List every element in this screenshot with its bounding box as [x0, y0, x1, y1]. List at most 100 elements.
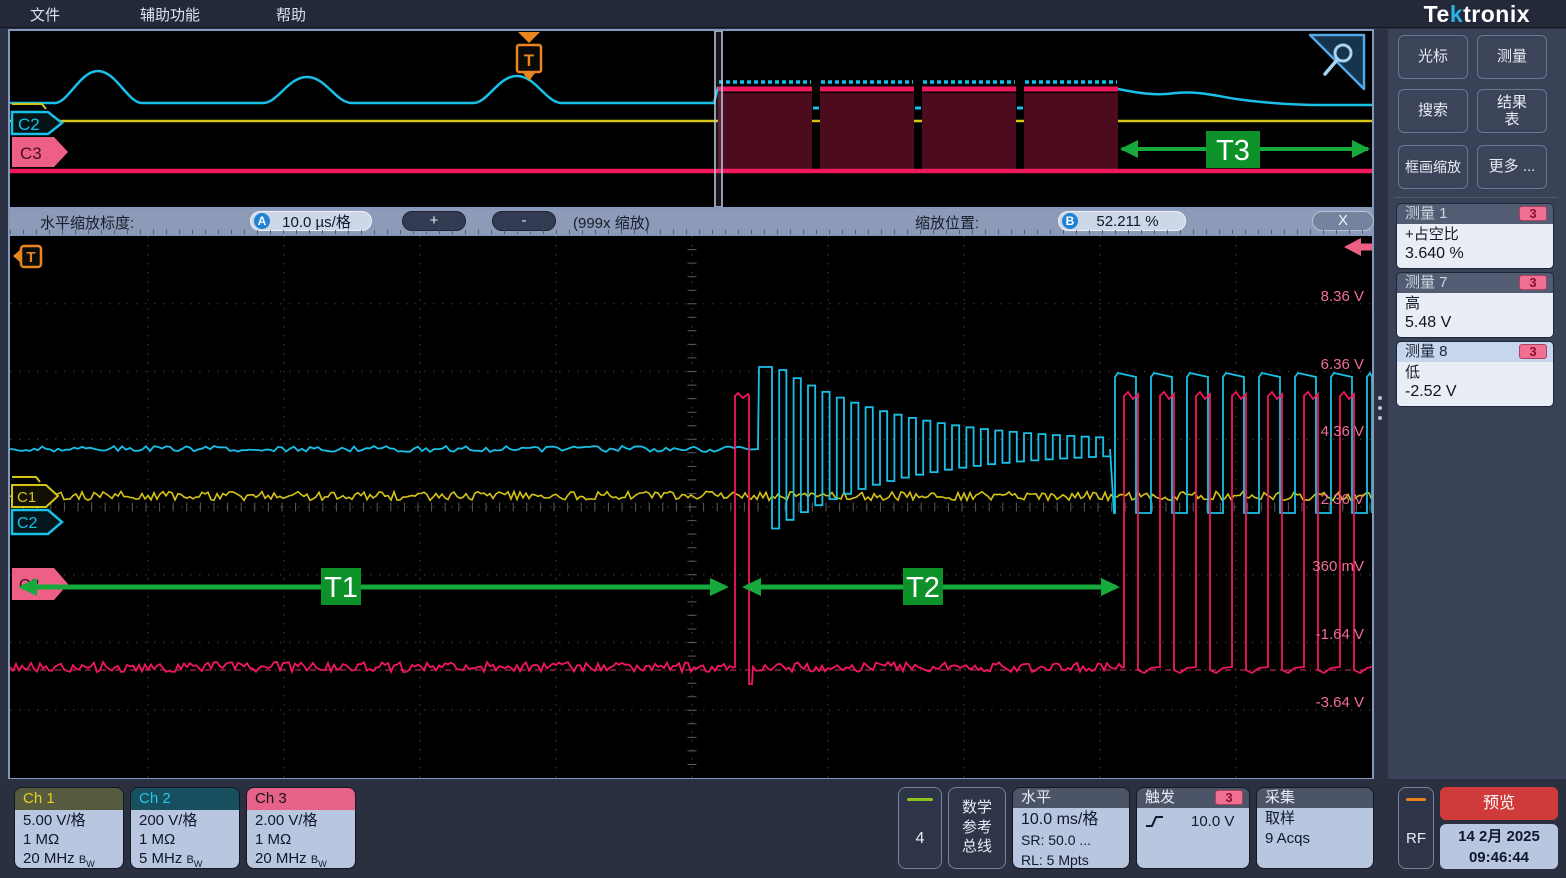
ch1-label-corner: [12, 477, 40, 482]
digital-channel-number: 4: [899, 830, 941, 848]
measurement-name: 低: [1405, 363, 1545, 382]
overview-ch3-label[interactable]: C3: [12, 137, 68, 167]
measurement-body: 高 5.48 V: [1397, 293, 1553, 337]
overview-ch2-label[interactable]: C2: [12, 112, 62, 134]
oscilloscope-screen: 文件 辅助功能 帮助 Tektronix T: [0, 0, 1566, 878]
ch1-badge[interactable]: Ch 1 5.00 V/格 1 MΩ 20 MHz BW: [14, 787, 124, 869]
datetime-badge: 14 2月 2025 09:46:44: [1440, 824, 1558, 869]
record-length: RL: 5 Mpts: [1021, 850, 1129, 869]
measurement-title-text: 测量 1: [1405, 205, 1448, 222]
overview-ch2-trace-decay: [1118, 89, 1372, 105]
trigger-t-label: T: [26, 249, 35, 266]
menu-file[interactable]: 文件: [30, 4, 60, 25]
bw-icon: B: [187, 854, 194, 866]
digital-channels-button[interactable]: 4: [898, 787, 942, 869]
measurement-badge-1[interactable]: 测量 1 3 +占空比 3.640 %: [1396, 203, 1554, 269]
overview-burst-blocks: [718, 82, 1118, 171]
ch2-label-text: C2: [17, 515, 38, 532]
more-button[interactable]: 更多 ...: [1477, 145, 1547, 189]
ch1-scale: 5.00 V/格: [23, 811, 123, 830]
sidebar-divider: [1394, 197, 1558, 198]
zoom-in-button[interactable]: +: [402, 211, 466, 231]
graticule-center-ticks: [24, 250, 1370, 765]
measurement-body: +占空比 3.640 %: [1397, 224, 1553, 268]
rf-button[interactable]: RF: [1398, 787, 1434, 869]
trigger-body: 10.0 V: [1137, 808, 1249, 869]
trigger-title: 触发 3: [1137, 788, 1249, 808]
overview-svg: T T3 C2 C3: [10, 31, 1372, 207]
measurement-badge-7[interactable]: 测量 7 3 高 5.48 V: [1396, 272, 1554, 338]
zoom-scale-label: 水平缩放标度:: [40, 212, 134, 233]
overview-trigger-marker[interactable]: T: [517, 32, 541, 81]
measurement-value: 3.640 %: [1405, 244, 1545, 264]
trigger-badge[interactable]: 触发 3 10.0 V: [1136, 787, 1250, 869]
horizontal-title: 水平: [1013, 788, 1129, 808]
horizontal-body: 10.0 ms/格 SR: 50.0 ... RL: 5 Mpts: [1013, 808, 1129, 869]
main-trigger-marker[interactable]: T: [13, 246, 41, 267]
t1-label: T1: [324, 572, 358, 604]
zoom-position-knob[interactable]: B 52.211 %: [1058, 211, 1186, 231]
horizontal-badge[interactable]: 水平 10.0 ms/格 SR: 50.0 ... RL: 5 Mpts: [1012, 787, 1130, 869]
axis-label: -3.64 V: [1284, 694, 1364, 712]
measurement-value: 5.48 V: [1405, 313, 1545, 333]
ch2-badge[interactable]: Ch 2 200 V/格 1 MΩ 5 MHz BW: [130, 787, 240, 869]
ch3-badge-body: 2.00 V/格 1 MΩ 20 MHz BW: [247, 810, 355, 869]
ch3-scale: 2.00 V/格: [255, 811, 355, 830]
t3-annotation: T3: [1120, 131, 1370, 168]
ch2-label-text: C2: [18, 115, 40, 134]
main-ch3-label[interactable]: C3: [12, 568, 68, 600]
ch3-impedance: 1 MΩ: [255, 830, 355, 849]
measurement-badge-8[interactable]: 测量 8 3 低 -2.52 V: [1396, 341, 1554, 407]
t1-annotation: T1: [18, 568, 729, 605]
main-waveform-display[interactable]: T C1 C2 C3: [8, 234, 1374, 780]
search-button[interactable]: 搜索: [1398, 89, 1468, 133]
panel-splitter-handle[interactable]: [1378, 396, 1384, 426]
knob-b-icon: B: [1062, 213, 1078, 229]
zoom-scale-knob[interactable]: A 10.0 µs/格: [250, 211, 372, 231]
zoom-window-indicator[interactable]: [715, 31, 722, 207]
zoom-control-bar: 水平缩放标度: A 10.0 µs/格 + - (999x 缩放) 缩放位置: …: [8, 209, 1374, 234]
logo-text: Te: [1424, 1, 1450, 27]
cursors-button[interactable]: 光标: [1398, 35, 1468, 79]
measurement-title: 测量 1 3: [1397, 204, 1553, 224]
magnifier-icon[interactable]: [1310, 35, 1364, 89]
sample-rate: SR: 50.0 ...: [1021, 830, 1129, 850]
menu-bar: 文件 辅助功能 帮助: [0, 0, 1566, 28]
horizontal-scale: 10.0 ms/格: [1021, 809, 1129, 830]
rf-label: RF: [1399, 830, 1433, 847]
rf-indicator: [1406, 798, 1426, 801]
main-svg: T C1 C2 C3: [10, 236, 1372, 778]
ch2-scale: 200 V/格: [139, 811, 239, 830]
axis-label: 4.36 V: [1284, 423, 1364, 441]
zoom-out-button[interactable]: -: [492, 211, 556, 231]
knob-a-icon: A: [254, 213, 270, 229]
measure-button[interactable]: 测量: [1477, 35, 1547, 79]
axis-label: 360 mV: [1284, 558, 1364, 576]
draw-zoom-button[interactable]: 框画缩放: [1398, 145, 1468, 189]
menu-help[interactable]: 帮助: [276, 4, 306, 25]
overview-ch2-trace: [10, 71, 718, 103]
zoom-scale-value: 10.0 µs/格: [270, 211, 371, 232]
ch3-trace: [10, 392, 1372, 684]
right-sidebar: 光标 测量 搜索 结果 表 框画缩放 更多 ... 测量 1 3 +占空比 3.…: [1388, 29, 1566, 779]
logo-text: tronix: [1463, 1, 1530, 27]
menu-utility[interactable]: 辅助功能: [140, 4, 200, 25]
ch2-bandwidth-value: 5 MHz: [139, 850, 182, 867]
overview-waveform-panel[interactable]: T T3 C2 C3: [8, 29, 1374, 209]
main-ch2-label[interactable]: C2: [12, 510, 62, 534]
trigger-position-arrow[interactable]: [1344, 238, 1372, 256]
ch1-bandwidth: 20 MHz BW: [23, 849, 123, 869]
ch1-label-text: C1: [17, 489, 36, 506]
ch3-badge[interactable]: Ch 3 2.00 V/格 1 MΩ 20 MHz BW: [246, 787, 356, 869]
results-table-button[interactable]: 结果 表: [1477, 89, 1547, 133]
acquisition-badge[interactable]: 采集 取样 9 Acqs: [1256, 787, 1374, 869]
ch3-badge-title: Ch 3: [247, 788, 355, 810]
preview-button[interactable]: 预览: [1440, 787, 1558, 820]
ch2-badge-body: 200 V/格 1 MΩ 5 MHz BW: [131, 810, 239, 869]
zoom-close-button[interactable]: X: [1312, 211, 1374, 231]
acquisition-body: 取样 9 Acqs: [1257, 808, 1373, 869]
acquisition-mode: 取样: [1265, 809, 1373, 829]
math-ref-bus-button[interactable]: 数学 参考 总线: [948, 787, 1006, 869]
measurement-value: -2.52 V: [1405, 382, 1545, 402]
ch1-bandwidth-value: 20 MHz: [23, 850, 75, 867]
